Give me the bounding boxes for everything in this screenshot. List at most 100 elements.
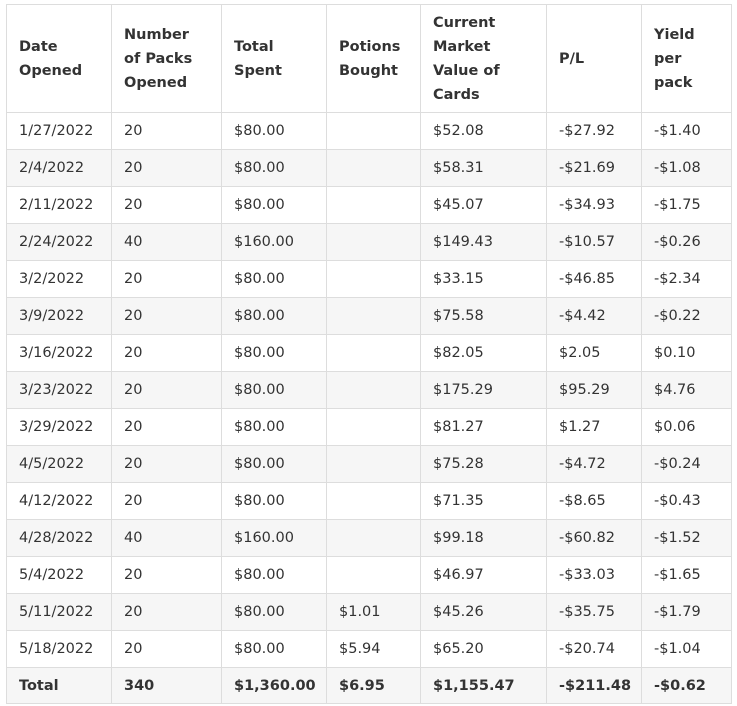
cell-date: 5/18/2022 (6, 630, 112, 668)
cell-potions (326, 260, 421, 298)
cell-packs: 20 (111, 445, 222, 483)
cell-yield: -$0.24 (641, 445, 732, 483)
cell-yield: $0.06 (641, 408, 732, 446)
cell-date: 4/28/2022 (6, 519, 112, 557)
table-body: 1/27/2022 20 $80.00 $52.08 -$27.92 -$1.4… (6, 112, 732, 668)
cell-potions (326, 445, 421, 483)
cell-spent: $80.00 (221, 149, 327, 187)
cell-date: 2/11/2022 (6, 186, 112, 224)
cell-potions: $5.94 (326, 630, 421, 668)
cell-spent: $80.00 (221, 556, 327, 594)
cell-yield: -$1.52 (641, 519, 732, 557)
cell-pl: -$20.74 (546, 630, 642, 668)
cell-spent: $80.00 (221, 630, 327, 668)
packs-table: Date Opened Number of Packs Opened Total… (6, 4, 732, 704)
cell-spent: $160.00 (221, 223, 327, 261)
table-row: 1/27/2022 20 $80.00 $52.08 -$27.92 -$1.4… (6, 112, 732, 150)
header-yield-per-pack: Yield per pack (641, 4, 732, 113)
cell-potions (326, 223, 421, 261)
cell-date: 5/4/2022 (6, 556, 112, 594)
table-footer: Total 340 $1,360.00 $6.95 $1,155.47 -$21… (6, 667, 732, 704)
cell-pl: -$35.75 (546, 593, 642, 631)
cell-date: 3/23/2022 (6, 371, 112, 409)
cell-potions: $1.01 (326, 593, 421, 631)
total-pl: -$211.48 (546, 667, 642, 704)
cell-potions (326, 149, 421, 187)
cell-packs: 40 (111, 519, 222, 557)
table-row: 3/2/2022 20 $80.00 $33.15 -$46.85 -$2.34 (6, 260, 732, 298)
cell-spent: $80.00 (221, 482, 327, 520)
total-packs: 340 (111, 667, 222, 704)
cell-date: 2/24/2022 (6, 223, 112, 261)
cell-date: 2/4/2022 (6, 149, 112, 187)
cell-date: 3/16/2022 (6, 334, 112, 372)
cell-date: 4/5/2022 (6, 445, 112, 483)
cell-packs: 40 (111, 223, 222, 261)
cell-packs: 20 (111, 186, 222, 224)
cell-yield: -$0.22 (641, 297, 732, 335)
header-total-spent: Total Spent (221, 4, 327, 113)
cell-packs: 20 (111, 112, 222, 150)
cell-pl: $95.29 (546, 371, 642, 409)
table-row: 3/23/2022 20 $80.00 $175.29 $95.29 $4.76 (6, 371, 732, 409)
cell-packs: 20 (111, 149, 222, 187)
cell-pl: -$60.82 (546, 519, 642, 557)
cell-yield: -$1.65 (641, 556, 732, 594)
cell-yield: -$1.75 (641, 186, 732, 224)
cell-packs: 20 (111, 297, 222, 335)
cell-packs: 20 (111, 371, 222, 409)
table-row: 4/5/2022 20 $80.00 $75.28 -$4.72 -$0.24 (6, 445, 732, 483)
cell-packs: 20 (111, 260, 222, 298)
table-row: 4/12/2022 20 $80.00 $71.35 -$8.65 -$0.43 (6, 482, 732, 520)
total-row: Total 340 $1,360.00 $6.95 $1,155.47 -$21… (6, 667, 732, 704)
cell-pl: -$8.65 (546, 482, 642, 520)
cell-potions (326, 519, 421, 557)
cell-value: $149.43 (420, 223, 547, 261)
cell-pl: -$33.03 (546, 556, 642, 594)
cell-date: 4/12/2022 (6, 482, 112, 520)
header-row: Date Opened Number of Packs Opened Total… (6, 4, 732, 113)
cell-yield: -$1.40 (641, 112, 732, 150)
table-row: 2/24/2022 40 $160.00 $149.43 -$10.57 -$0… (6, 223, 732, 261)
cell-yield: -$2.34 (641, 260, 732, 298)
header-date-opened: Date Opened (6, 4, 112, 113)
cell-pl: $2.05 (546, 334, 642, 372)
cell-value: $46.97 (420, 556, 547, 594)
cell-pl: -$10.57 (546, 223, 642, 261)
table-row: 3/16/2022 20 $80.00 $82.05 $2.05 $0.10 (6, 334, 732, 372)
cell-spent: $80.00 (221, 445, 327, 483)
cell-spent: $80.00 (221, 593, 327, 631)
cell-packs: 20 (111, 556, 222, 594)
cell-value: $45.26 (420, 593, 547, 631)
cell-spent: $160.00 (221, 519, 327, 557)
cell-potions (326, 112, 421, 150)
cell-yield: $0.10 (641, 334, 732, 372)
cell-date: 1/27/2022 (6, 112, 112, 150)
cell-spent: $80.00 (221, 371, 327, 409)
cell-yield: -$1.08 (641, 149, 732, 187)
cell-packs: 20 (111, 630, 222, 668)
cell-value: $99.18 (420, 519, 547, 557)
cell-potions (326, 482, 421, 520)
cell-value: $65.20 (420, 630, 547, 668)
cell-potions (326, 297, 421, 335)
table-row: 5/11/2022 20 $80.00 $1.01 $45.26 -$35.75… (6, 593, 732, 631)
cell-yield: $4.76 (641, 371, 732, 409)
total-yield: -$0.62 (641, 667, 732, 704)
cell-value: $33.15 (420, 260, 547, 298)
header-pl: P/L (546, 4, 642, 113)
cell-packs: 20 (111, 408, 222, 446)
cell-yield: -$0.26 (641, 223, 732, 261)
cell-potions (326, 556, 421, 594)
header-potions-bought: Potions Bought (326, 4, 421, 113)
cell-yield: -$1.04 (641, 630, 732, 668)
cell-pl: $1.27 (546, 408, 642, 446)
table-row: 5/4/2022 20 $80.00 $46.97 -$33.03 -$1.65 (6, 556, 732, 594)
cell-pl: -$46.85 (546, 260, 642, 298)
cell-packs: 20 (111, 482, 222, 520)
cell-packs: 20 (111, 593, 222, 631)
cell-pl: -$21.69 (546, 149, 642, 187)
cell-pl: -$34.93 (546, 186, 642, 224)
cell-spent: $80.00 (221, 408, 327, 446)
cell-date: 5/11/2022 (6, 593, 112, 631)
